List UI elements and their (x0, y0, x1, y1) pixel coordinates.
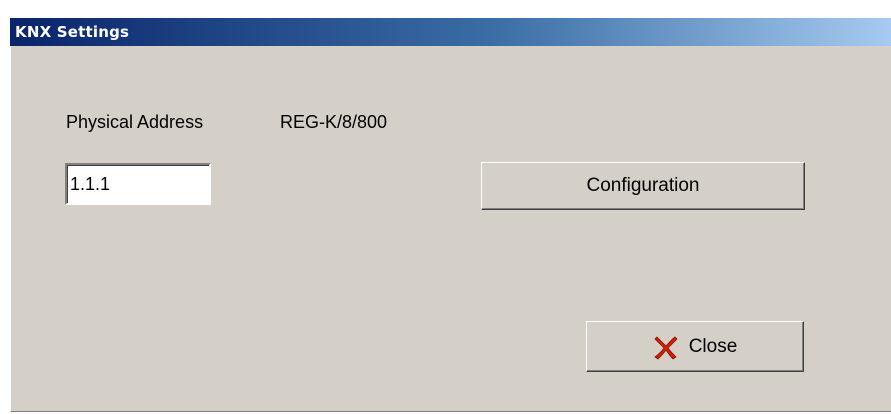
close-button-label: Close (688, 335, 738, 357)
dialog-body: Physical Address REG-K/8/800 Configurati… (10, 46, 891, 412)
close-icon (653, 334, 679, 360)
knx-settings-window: KNX Settings Physical Address REG-K/8/80… (0, 0, 891, 414)
title-bar[interactable]: KNX Settings (10, 18, 891, 46)
device-model-label: REG-K/8/800 (280, 112, 388, 132)
configuration-button[interactable]: Configuration (481, 162, 805, 210)
window-title: KNX Settings (15, 23, 130, 41)
close-button[interactable]: Close (586, 321, 804, 372)
configuration-button-label: Configuration (586, 175, 700, 196)
physical-address-label: Physical Address (66, 112, 204, 132)
physical-address-input[interactable] (65, 163, 211, 205)
